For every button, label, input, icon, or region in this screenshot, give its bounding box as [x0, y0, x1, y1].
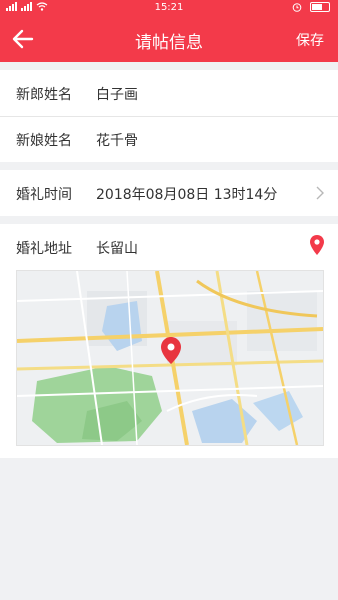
- wedding-address-row[interactable]: 婚礼地址 长留山: [0, 224, 338, 270]
- map-view[interactable]: [16, 270, 324, 446]
- status-bar: 15:21: [0, 0, 338, 16]
- bride-row[interactable]: 新娘姓名 花千骨: [0, 116, 338, 162]
- page-title: 请帖信息: [135, 33, 203, 53]
- location-pin-icon[interactable]: [310, 235, 324, 255]
- wedding-time-value[interactable]: 2018年08月08日 13时14分: [96, 184, 277, 204]
- status-right: [292, 2, 330, 12]
- alarm-icon: [292, 3, 302, 12]
- wedding-time-row[interactable]: 婚礼时间 2018年08月08日 13时14分: [0, 170, 338, 216]
- wedding-address-value[interactable]: 长留山: [96, 238, 138, 258]
- map-image: [17, 271, 323, 445]
- groom-name-field[interactable]: 白子画: [96, 84, 138, 104]
- bride-name-field[interactable]: 花千骨: [96, 130, 138, 150]
- nav-bar: 请帖信息 保存: [0, 16, 338, 62]
- battery-icon: [310, 2, 330, 12]
- chevron-right-icon: [316, 186, 324, 200]
- status-time: 15:21: [154, 2, 184, 13]
- groom-row[interactable]: 新郎姓名 白子画: [0, 70, 338, 116]
- wedding-address-label: 婚礼地址: [16, 241, 72, 257]
- bride-label: 新娘姓名: [16, 133, 72, 149]
- names-section: 新郎姓名 白子画 新娘姓名 花千骨: [0, 70, 338, 162]
- save-button[interactable]: 保存: [296, 30, 324, 50]
- time-section: 婚礼时间 2018年08月08日 13时14分: [0, 170, 338, 216]
- groom-label: 新郎姓名: [16, 87, 72, 103]
- wedding-time-label: 婚礼时间: [16, 187, 72, 203]
